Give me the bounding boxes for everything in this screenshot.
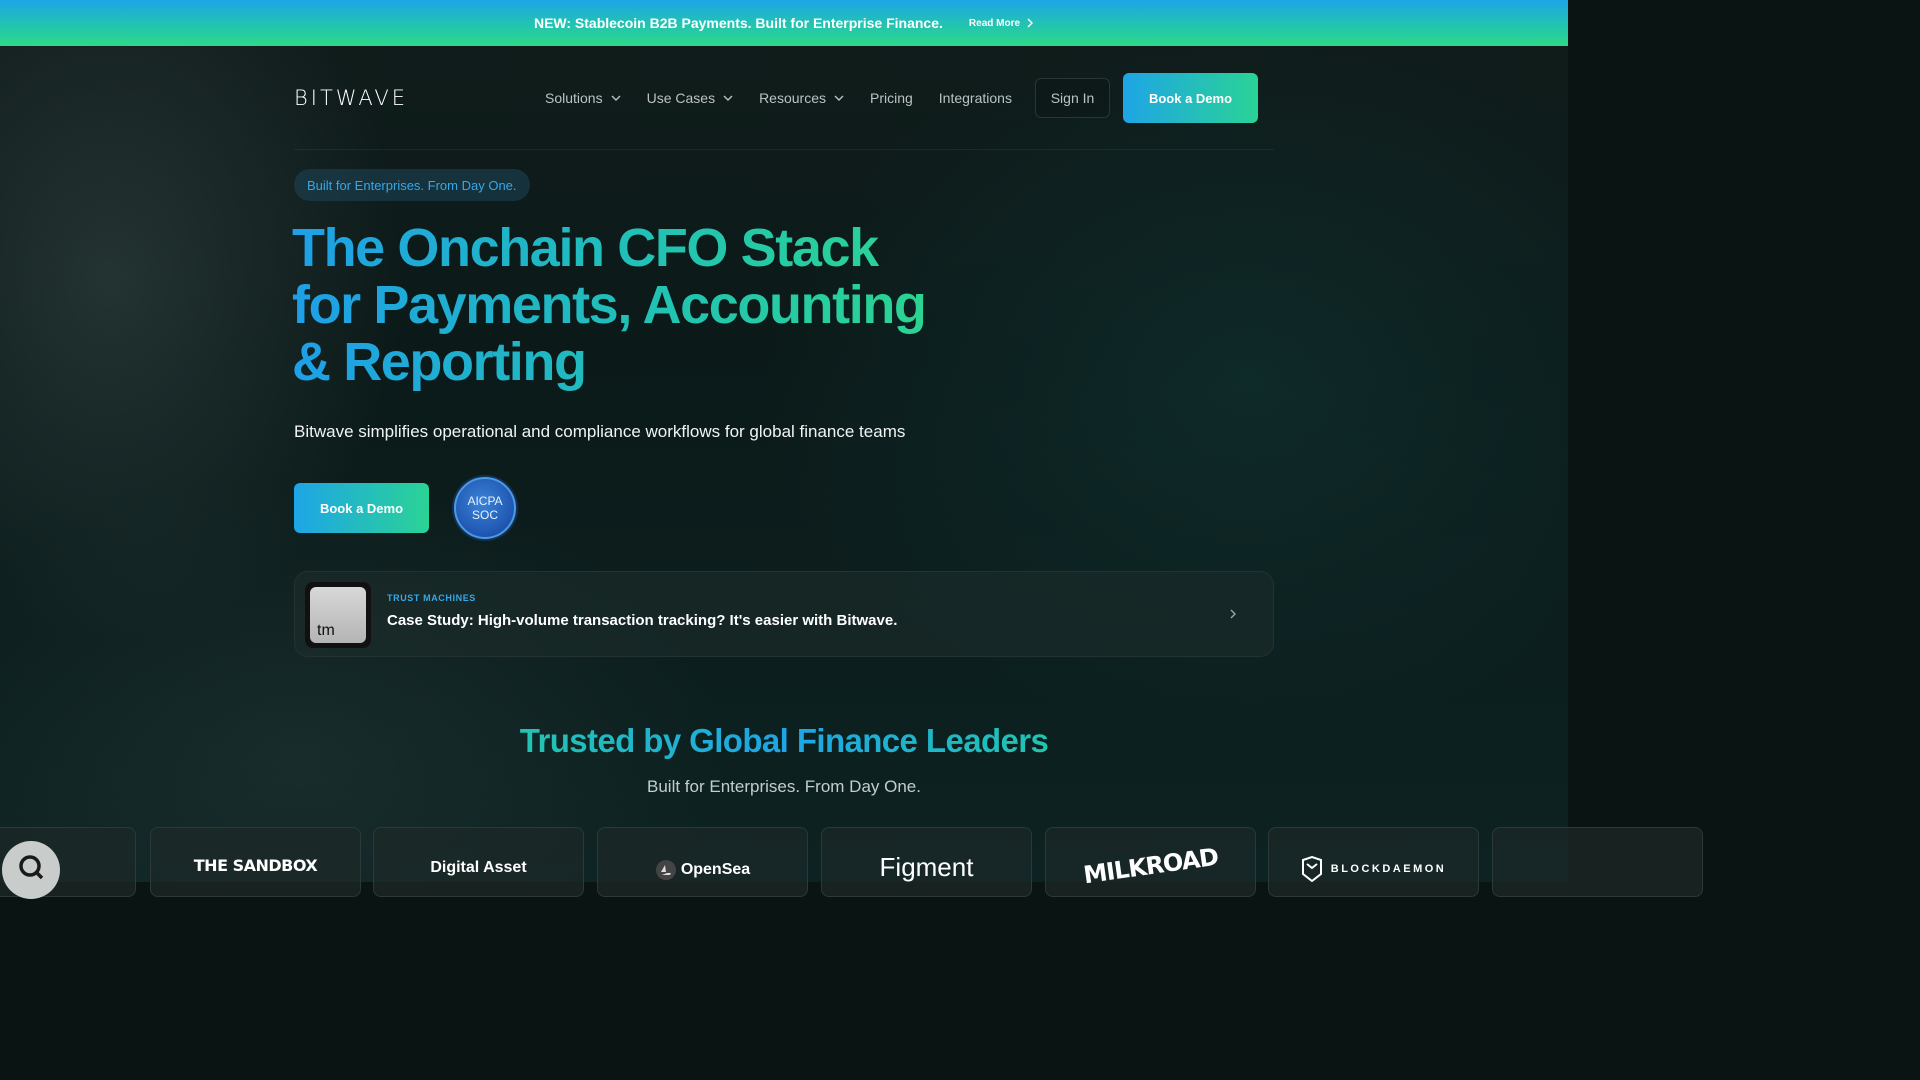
opensea-logo: OpenSea bbox=[655, 856, 750, 881]
badge-line1: AICPA bbox=[467, 494, 503, 508]
hero-title: The Onchain CFO Stack for Payments, Acco… bbox=[292, 220, 992, 391]
logo-card-opensea: OpenSea bbox=[597, 827, 808, 897]
milkroad-logo: MILKROAD bbox=[1081, 842, 1220, 890]
logo-text: tm bbox=[317, 622, 335, 639]
trust-machines-logo: tm bbox=[305, 582, 371, 648]
sandbox-logo: THE SANDBOX bbox=[193, 856, 318, 875]
blockdaemon-icon bbox=[1301, 856, 1322, 882]
digital-asset-logo: Digital Asset bbox=[430, 859, 527, 876]
hero-title-line: for Payments, Accounting bbox=[292, 275, 926, 335]
case-study-card[interactable]: tm TRUST MACHINES Case Study: High-volum… bbox=[294, 571, 1274, 657]
badge-line2: SOC bbox=[471, 508, 498, 522]
banner-link-label: Read More bbox=[968, 17, 1021, 29]
nav-item-solutions[interactable]: Solutions bbox=[545, 90, 621, 106]
chevron-right-icon bbox=[1027, 18, 1034, 28]
case-study-tag: TRUST MACHINES bbox=[387, 593, 476, 603]
nav-item-use-cases[interactable]: Use Cases bbox=[647, 90, 733, 106]
hero-pill: Built for Enterprises. From Day One. bbox=[294, 169, 530, 201]
main-nav: BITWAVE Solutions Use Cases Resources Pr… bbox=[294, 72, 1274, 124]
nav-item-integrations[interactable]: Integrations bbox=[939, 90, 1012, 106]
blockdaemon-label: BLOCKDAEMON bbox=[1330, 863, 1447, 875]
hero-book-demo-button[interactable]: Book a Demo bbox=[294, 483, 429, 533]
hero-title-line: The Onchain CFO Stack bbox=[292, 218, 878, 278]
nav-item-label: Use Cases bbox=[646, 90, 716, 106]
trusted-subtitle: Built for Enterprises. From Day One. bbox=[647, 777, 921, 796]
logo-tile: tm bbox=[310, 587, 366, 643]
announcement-banner: NEW: Stablecoin B2B Payments. Built for … bbox=[0, 0, 1568, 46]
nav-item-label: Resources bbox=[759, 90, 826, 106]
chevron-down-icon bbox=[834, 95, 844, 101]
logo-card-partial-right bbox=[1492, 827, 1703, 897]
chevron-right-icon bbox=[1230, 609, 1236, 619]
chat-icon bbox=[19, 855, 44, 880]
logo-card-milkroad: MILKROAD bbox=[1045, 827, 1256, 897]
chat-launcher-button[interactable] bbox=[2, 841, 60, 899]
logo-card-figment: Figment bbox=[821, 827, 1032, 897]
sign-in-button[interactable]: Sign In bbox=[1035, 78, 1110, 118]
aicpa-soc-badge: AICPA SOC bbox=[454, 477, 516, 539]
nav-item-label: Integrations bbox=[938, 90, 1012, 106]
chevron-down-icon bbox=[723, 95, 733, 101]
logo-card-blockdaemon: BLOCKDAEMON bbox=[1268, 827, 1479, 897]
nav-divider bbox=[294, 149, 1274, 150]
logo-card-sandbox: THE SANDBOX bbox=[150, 827, 361, 897]
banner-read-more-link[interactable]: Read More bbox=[969, 18, 1034, 29]
logo-card-digital-asset: Digital Asset bbox=[373, 827, 584, 897]
hero-subtitle: Bitwave simplifies operational and compl… bbox=[294, 422, 906, 441]
nav-item-label: Pricing bbox=[869, 90, 913, 106]
nav-item-label: Solutions bbox=[545, 90, 603, 106]
nav-item-resources[interactable]: Resources bbox=[759, 90, 844, 106]
figment-logo: Figment bbox=[879, 852, 974, 882]
nav-book-demo-button[interactable]: Book a Demo bbox=[1123, 73, 1258, 123]
trusted-title: Trusted by Global Finance Leaders bbox=[0, 722, 1568, 760]
chevron-down-icon bbox=[611, 95, 621, 101]
case-study-title: Case Study: High-volume transaction trac… bbox=[387, 612, 898, 629]
blockdaemon-logo: BLOCKDAEMON bbox=[1301, 856, 1447, 882]
opensea-icon bbox=[655, 860, 676, 880]
opensea-label: OpenSea bbox=[680, 861, 751, 878]
nav-item-pricing[interactable]: Pricing bbox=[870, 90, 913, 106]
hero-title-line: & Reporting bbox=[292, 332, 586, 392]
trusted-title-text: Trusted by Global Finance Leaders bbox=[519, 722, 1049, 759]
nav-links: Solutions Use Cases Resources Pricing In… bbox=[545, 72, 1012, 124]
bitwave-logo[interactable]: BITWAVE bbox=[294, 86, 408, 110]
banner-text: NEW: Stablecoin B2B Payments. Built for … bbox=[533, 15, 943, 31]
